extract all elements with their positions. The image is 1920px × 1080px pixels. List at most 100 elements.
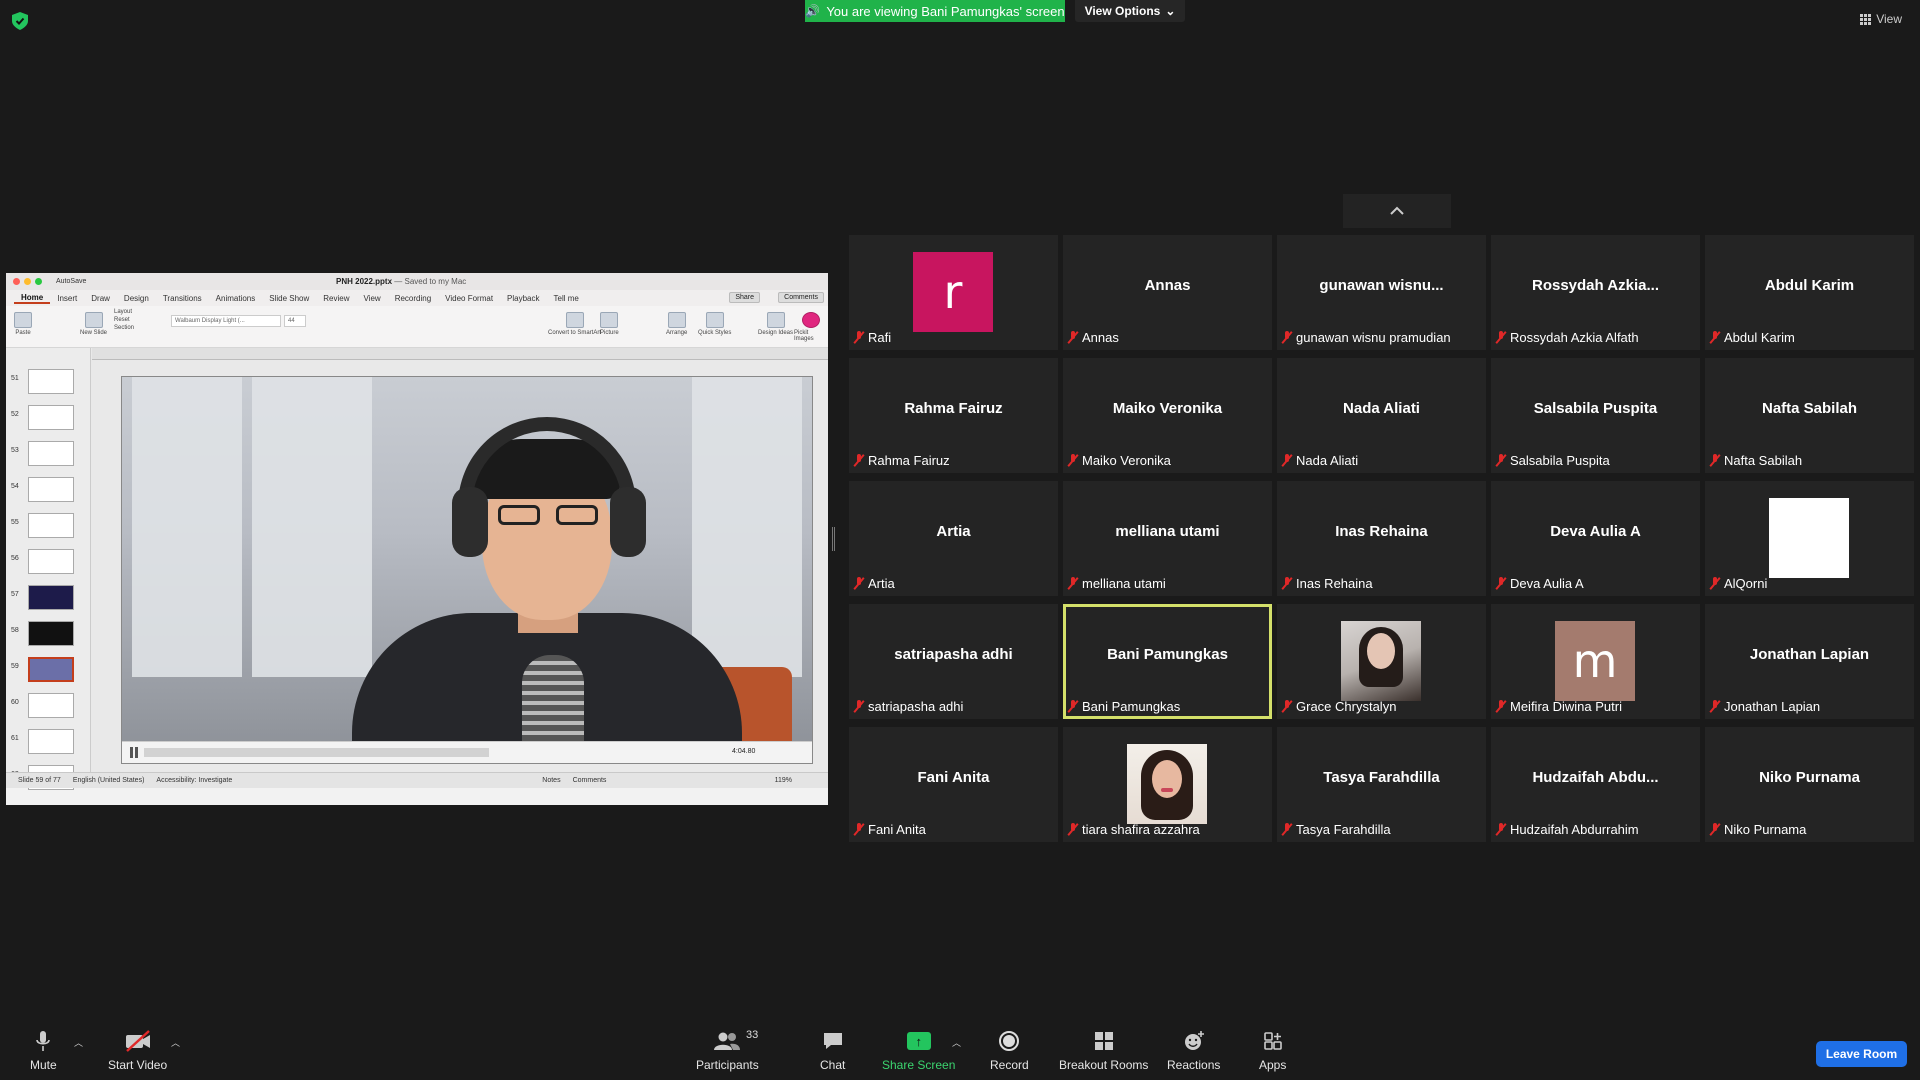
ppt-tab: Video Format xyxy=(445,293,494,303)
muted-mic-icon xyxy=(1068,577,1078,590)
font-name-box: Walbaum Display Light (... xyxy=(171,315,281,327)
apps-button[interactable]: Apps xyxy=(1259,1030,1286,1072)
viewing-screen-banner: 🔊 You are viewing Bani Pamungkas' screen xyxy=(805,0,1065,22)
slide-number: 55 xyxy=(11,519,19,526)
view-options-button[interactable]: View Options ⌄ xyxy=(1075,0,1185,22)
share-screen-button[interactable]: ↑ Share Screen xyxy=(882,1030,955,1072)
muted-mic-icon xyxy=(854,700,864,713)
slide-number: 59 xyxy=(11,663,19,670)
start-video-button[interactable]: Start Video xyxy=(108,1030,167,1072)
muted-mic-icon xyxy=(854,823,864,836)
participant-name: Fani Anita xyxy=(854,822,926,837)
breakout-rooms-label: Breakout Rooms xyxy=(1059,1058,1149,1072)
participant-tile[interactable]: Nafta Sabilah Nafta Sabilah xyxy=(1705,358,1914,473)
participant-name-text: Fani Anita xyxy=(868,822,926,837)
slide-thumb: 58 xyxy=(8,618,88,648)
slide-thumb-image xyxy=(28,477,74,502)
participant-name: AlQorni xyxy=(1710,576,1767,591)
video-options-caret-icon[interactable]: ︿ xyxy=(171,1036,180,1049)
slide-number: 52 xyxy=(11,411,19,418)
mute-button[interactable]: Mute xyxy=(30,1030,57,1072)
participant-tile[interactable]: Niko Purnama Niko Purnama xyxy=(1705,727,1914,842)
participant-tile[interactable]: Fani Anita Fani Anita xyxy=(849,727,1058,842)
participant-tile[interactable]: r Rafi xyxy=(849,235,1058,350)
participant-name: Nafta Sabilah xyxy=(1710,453,1802,468)
presenter-video xyxy=(122,377,812,763)
ribbon-pickit: Pickit Images xyxy=(794,312,828,342)
encryption-shield-icon[interactable] xyxy=(12,12,28,30)
participant-tile[interactable]: melliana utami melliana utami xyxy=(1063,481,1272,596)
slide-number: 60 xyxy=(11,699,19,706)
participant-tile[interactable]: Maiko Veronika Maiko Veronika xyxy=(1063,358,1272,473)
collapse-gallery-button[interactable] xyxy=(1343,194,1451,228)
ppt-tab: Recording xyxy=(394,293,432,303)
participant-name-text: gunawan wisnu pramudian xyxy=(1296,330,1451,345)
participant-tile[interactable]: Hudzaifah Abdu... Hudzaifah Abdurrahim xyxy=(1491,727,1700,842)
ribbon-label: Picture xyxy=(600,330,619,336)
pause-icon xyxy=(130,747,138,758)
slide-number: 54 xyxy=(11,483,19,490)
participant-tile[interactable]: Inas Rehaina Inas Rehaina xyxy=(1277,481,1486,596)
slide-thumb-image xyxy=(28,513,74,538)
reactions-button[interactable]: Reactions xyxy=(1167,1030,1220,1072)
split-view-handle[interactable] xyxy=(832,527,835,551)
participant-display-name: Deva Aulia A xyxy=(1550,523,1641,540)
ribbon-layout-group: Layout Reset Section xyxy=(114,309,134,331)
quick-styles-icon xyxy=(705,312,724,328)
chat-button[interactable]: Chat xyxy=(820,1030,845,1072)
participant-tile[interactable]: Rahma Fairuz Rahma Fairuz xyxy=(849,358,1058,473)
participant-tile[interactable]: tiara shafira azzahra xyxy=(1063,727,1272,842)
picture-icon xyxy=(600,312,619,328)
participant-tile[interactable]: gunawan wisnu... gunawan wisnu pramudian xyxy=(1277,235,1486,350)
view-layout-button[interactable]: View xyxy=(1860,12,1902,26)
ribbon-label: Pickit Images xyxy=(794,330,814,342)
muted-mic-icon xyxy=(1282,454,1292,467)
participant-name: Tasya Farahdilla xyxy=(1282,822,1391,837)
record-button[interactable]: Record xyxy=(990,1030,1029,1072)
participant-tile[interactable]: Rossydah Azkia... Rossydah Azkia Alfath xyxy=(1491,235,1700,350)
muted-mic-icon xyxy=(854,331,864,344)
document-title: PNH 2022.pptx — Saved to my Mac xyxy=(336,277,466,286)
participant-display-name: Maiko Veronika xyxy=(1112,400,1223,417)
breakout-rooms-button[interactable]: Breakout Rooms xyxy=(1059,1030,1148,1072)
participant-name: Deva Aulia A xyxy=(1496,576,1584,591)
participant-tile[interactable]: m Meifira Diwina Putri xyxy=(1491,604,1700,719)
slide-thumb-image xyxy=(28,729,74,754)
ribbon-quick-styles: Quick Styles xyxy=(698,312,731,336)
participant-name: Grace Chrystalyn xyxy=(1282,699,1396,714)
participant-tile[interactable]: Tasya Farahdilla Tasya Farahdilla xyxy=(1277,727,1486,842)
participant-name: Hudzaifah Abdurrahim xyxy=(1496,822,1639,837)
leave-room-button[interactable]: Leave Room xyxy=(1816,1041,1907,1067)
ribbon-label: Design Ideas xyxy=(758,330,794,336)
participant-tile[interactable]: Artia Artia xyxy=(849,481,1058,596)
slide-thumb: 54 xyxy=(8,474,88,504)
active-speaker-tile[interactable]: Bani Pamungkas Bani Pamungkas xyxy=(1063,604,1272,719)
share-options-caret-icon[interactable]: ︿ xyxy=(952,1036,961,1049)
status-slide-count: Slide 59 of 77 xyxy=(18,777,61,784)
participants-icon xyxy=(713,1030,741,1052)
participant-tile[interactable]: AlQorni xyxy=(1705,481,1914,596)
participant-name-text: Nada Aliati xyxy=(1296,453,1359,468)
participant-tile[interactable]: Jonathan Lapian Jonathan Lapian xyxy=(1705,604,1914,719)
muted-mic-icon xyxy=(1068,454,1078,467)
audio-options-caret-icon[interactable]: ︿ xyxy=(74,1036,83,1049)
participant-tile[interactable]: satriapasha adhi satriapasha adhi xyxy=(849,604,1058,719)
participant-name: Rafi xyxy=(854,330,891,345)
viewing-banner-text: You are viewing Bani Pamungkas' screen xyxy=(826,3,1065,19)
headphone-cup-right xyxy=(610,487,646,557)
participant-tile[interactable]: Grace Chrystalyn xyxy=(1277,604,1486,719)
pickit-icon xyxy=(802,312,820,328)
participant-tile[interactable]: Salsabila Puspita Salsabila Puspita xyxy=(1491,358,1700,473)
participant-display-name: Tasya Farahdilla xyxy=(1323,769,1440,786)
status-zoom: 119% xyxy=(774,777,792,784)
participant-tile[interactable]: Annas Annas xyxy=(1063,235,1272,350)
record-label: Record xyxy=(990,1058,1029,1072)
participant-tile[interactable]: Abdul Karim Abdul Karim xyxy=(1705,235,1914,350)
status-language: English (United States) xyxy=(72,777,145,784)
slide-thumb: 59 xyxy=(8,654,88,684)
participant-name-text: satriapasha adhi xyxy=(868,699,964,714)
participant-tile[interactable]: Deva Aulia A Deva Aulia A xyxy=(1491,481,1700,596)
participant-name-text: Rafi xyxy=(868,330,892,345)
maximize-dot-icon xyxy=(35,278,42,285)
participant-tile[interactable]: Nada Aliati Nada Aliati xyxy=(1277,358,1486,473)
